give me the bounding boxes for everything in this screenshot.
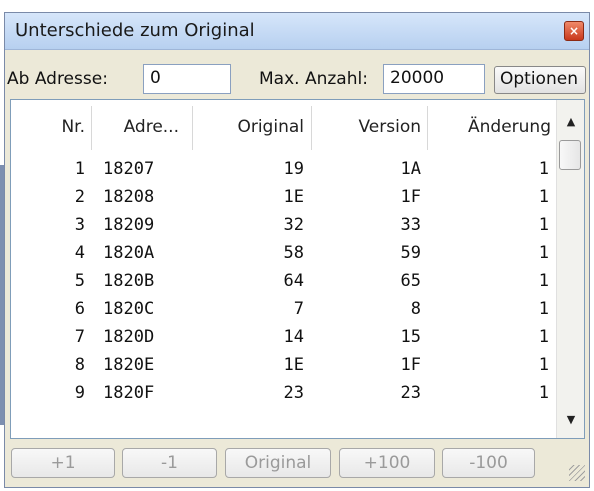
table-row[interactable]: 1 18207 19 1A 1: [11, 155, 557, 183]
table-row[interactable]: 6 1820C 7 8 1: [11, 295, 557, 323]
minus-hundred-button[interactable]: -100: [442, 448, 535, 478]
cell-change: 1: [538, 299, 549, 319]
cell-original: 1E: [283, 187, 304, 207]
cell-address: 18207: [103, 159, 155, 179]
table-row[interactable]: 4 1820A 58 59 1: [11, 239, 557, 267]
column-header-original[interactable]: Original: [237, 117, 304, 137]
vertical-scrollbar[interactable]: ▲ ▼: [556, 100, 584, 438]
cell-nr: 5: [74, 271, 85, 291]
differences-window: Unterschiede zum Original × Ab Adresse: …: [4, 12, 590, 488]
cell-change: 1: [538, 187, 549, 207]
cell-version: 65: [400, 271, 421, 291]
cell-original: 23: [283, 383, 304, 403]
column-divider[interactable]: [192, 106, 193, 150]
cell-original: 58: [283, 243, 304, 263]
cell-address: 18208: [103, 187, 155, 207]
table-row[interactable]: 3 18209 32 33 1: [11, 211, 557, 239]
title-bar[interactable]: Unterschiede zum Original ×: [5, 13, 589, 50]
cell-version: 59: [400, 243, 421, 263]
scrollbar-thumb[interactable]: [559, 140, 581, 170]
cell-address: 1820F: [103, 383, 155, 403]
cell-version: 33: [400, 215, 421, 235]
cell-address: 1820E: [103, 355, 155, 375]
cell-nr: 1: [74, 159, 85, 179]
cell-original: 14: [283, 327, 304, 347]
resize-grip-icon[interactable]: [569, 465, 585, 481]
cell-version: 8: [410, 299, 421, 319]
cell-change: 1: [538, 355, 549, 375]
cell-original: 7: [293, 299, 304, 319]
plus-hundred-button[interactable]: +100: [339, 448, 435, 478]
scroll-down-button[interactable]: ▼: [558, 408, 584, 432]
cell-nr: 6: [74, 299, 85, 319]
cell-original: 32: [283, 215, 304, 235]
cell-nr: 3: [74, 215, 85, 235]
column-header-address[interactable]: Adre...: [124, 117, 179, 137]
cell-original: 19: [283, 159, 304, 179]
column-header-nr[interactable]: Nr.: [61, 117, 85, 137]
table-row[interactable]: 2 18208 1E 1F 1: [11, 183, 557, 211]
start-address-label: Ab Adresse:: [7, 69, 108, 89]
arrow-down-icon: ▼: [566, 413, 576, 426]
cell-version: 1F: [400, 355, 421, 375]
original-button[interactable]: Original: [225, 448, 331, 478]
cell-nr: 7: [74, 327, 85, 347]
options-button[interactable]: Optionen: [494, 66, 586, 94]
cell-nr: 9: [74, 383, 85, 403]
table-row[interactable]: 9 1820F 23 23 1: [11, 379, 557, 407]
cell-address: 1820A: [103, 243, 155, 263]
cell-address: 1820D: [103, 327, 155, 347]
close-icon: ×: [568, 24, 580, 38]
column-divider[interactable]: [427, 106, 428, 150]
close-button[interactable]: ×: [564, 21, 584, 41]
minus-one-button[interactable]: -1: [122, 448, 217, 478]
column-header-change[interactable]: Änderung: [468, 117, 551, 137]
max-count-label: Max. Anzahl:: [259, 69, 368, 89]
navigation-bar: +1 -1 Original +100 -100: [5, 445, 589, 485]
cell-nr: 2: [74, 187, 85, 207]
arrow-up-icon: ▲: [566, 115, 576, 128]
cell-change: 1: [538, 215, 549, 235]
plus-one-button[interactable]: +1: [11, 448, 115, 478]
cell-original: 64: [283, 271, 304, 291]
cell-address: 18209: [103, 215, 155, 235]
column-divider[interactable]: [311, 106, 312, 150]
start-address-input[interactable]: 0: [143, 64, 231, 94]
column-divider[interactable]: [91, 106, 92, 150]
cell-change: 1: [538, 271, 549, 291]
cell-change: 1: [538, 159, 549, 179]
cell-original: 1E: [283, 355, 304, 375]
cell-address: 1820C: [103, 299, 155, 319]
cell-nr: 8: [74, 355, 85, 375]
filter-toolbar: Ab Adresse: 0 Max. Anzahl: 20000 Optione…: [5, 50, 589, 100]
cell-version: 23: [400, 383, 421, 403]
list-header: Nr. Adre... Original Version Änderung: [11, 100, 557, 155]
cell-version: 1A: [400, 159, 421, 179]
max-count-input[interactable]: 20000: [383, 64, 485, 94]
differences-list[interactable]: Nr. Adre... Original Version Änderung 1 …: [10, 99, 585, 439]
table-row[interactable]: 7 1820D 14 15 1: [11, 323, 557, 351]
table-row[interactable]: 5 1820B 64 65 1: [11, 267, 557, 295]
cell-version: 15: [400, 327, 421, 347]
column-header-version[interactable]: Version: [358, 117, 421, 137]
list-rows: 1 18207 19 1A 1 2 18208 1E 1F 1 3 18209 …: [11, 155, 557, 407]
cell-version: 1F: [400, 187, 421, 207]
cell-change: 1: [538, 243, 549, 263]
cell-change: 1: [538, 383, 549, 403]
window-title: Unterschiede zum Original: [15, 20, 255, 41]
cell-address: 1820B: [103, 271, 155, 291]
table-row[interactable]: 8 1820E 1E 1F 1: [11, 351, 557, 379]
cell-nr: 4: [74, 243, 85, 263]
cell-change: 1: [538, 327, 549, 347]
scroll-up-button[interactable]: ▲: [558, 110, 584, 134]
